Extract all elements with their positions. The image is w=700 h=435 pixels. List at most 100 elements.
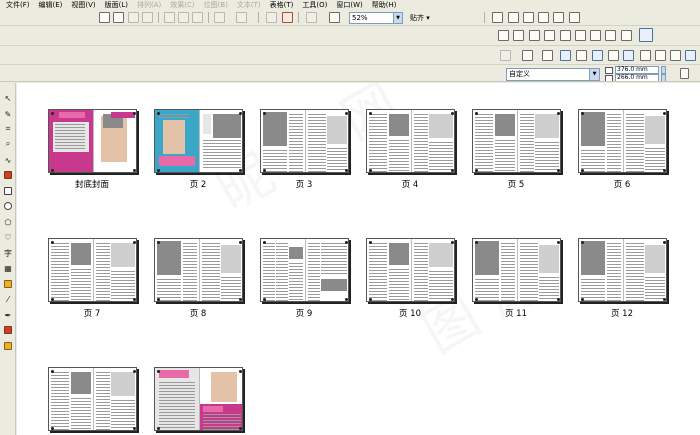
page-thumbnail[interactable] xyxy=(154,367,243,431)
page-thumbnail[interactable] xyxy=(578,109,667,173)
stack-icon[interactable] xyxy=(576,50,587,61)
text-format-icon[interactable] xyxy=(522,50,533,61)
import-icon[interactable] xyxy=(266,12,277,23)
weld-icon[interactable] xyxy=(498,30,509,41)
welcome-screen-icon[interactable] xyxy=(329,12,340,23)
snap-objects-icon[interactable] xyxy=(569,12,580,23)
edit-text-icon[interactable] xyxy=(542,50,553,61)
page-thumbnail[interactable] xyxy=(154,238,243,302)
eyedropper-tool-icon[interactable]: ⁄ xyxy=(3,294,13,304)
text-align-icon[interactable] xyxy=(500,50,511,61)
gear-icon[interactable] xyxy=(590,30,601,41)
chevron-down-icon[interactable]: ▼ xyxy=(589,69,599,80)
distribute-icon[interactable] xyxy=(553,12,564,23)
frame-icon[interactable] xyxy=(608,50,619,61)
fill-tool-icon[interactable] xyxy=(3,325,13,335)
ungroup-icon[interactable] xyxy=(655,50,666,61)
paper-width-field[interactable]: 376.0 mm xyxy=(615,66,659,74)
interactive-fill-tool-icon[interactable] xyxy=(3,341,13,351)
menu-effects[interactable]: 效果(C) xyxy=(170,0,194,10)
grid-icon[interactable] xyxy=(523,12,534,23)
page-thumbnail[interactable] xyxy=(472,238,561,302)
redo-icon[interactable] xyxy=(236,12,247,23)
menu-tools[interactable]: 工具(O) xyxy=(302,0,327,10)
menu-view[interactable]: 视图(V) xyxy=(71,0,95,10)
menu-edit[interactable]: 编辑(E) xyxy=(39,0,63,10)
page-thumbnail[interactable] xyxy=(48,109,137,173)
page-thumbnail[interactable] xyxy=(366,238,455,302)
guidelines-icon[interactable] xyxy=(538,12,549,23)
new-document-icon[interactable] xyxy=(99,12,110,23)
corner-marker xyxy=(345,112,348,115)
break-apart-icon[interactable] xyxy=(685,50,696,61)
application-launcher-icon[interactable] xyxy=(306,12,317,23)
blend-icon[interactable] xyxy=(623,50,634,61)
export-icon[interactable] xyxy=(282,12,293,23)
thumbnail-image-block xyxy=(429,114,453,138)
print-icon[interactable] xyxy=(142,12,153,23)
menu-help[interactable]: 帮助(H) xyxy=(372,0,397,10)
smart-fill-tool-icon[interactable] xyxy=(3,170,13,180)
menu-window[interactable]: 窗口(W) xyxy=(336,0,362,10)
dock-panel-icon[interactable] xyxy=(639,28,653,42)
save-icon[interactable] xyxy=(128,12,139,23)
page-thumbnail[interactable] xyxy=(260,238,349,302)
chevron-down-icon[interactable]: ▼ xyxy=(393,13,402,23)
cut-icon[interactable] xyxy=(164,12,175,23)
combine-icon[interactable] xyxy=(670,50,681,61)
menu-arrange[interactable]: 排列(A) xyxy=(137,0,161,10)
zoom-tool-icon[interactable]: ⌕ xyxy=(3,139,13,149)
thumbnail-text-block xyxy=(475,114,493,172)
rectangle-tool-icon[interactable] xyxy=(3,186,13,196)
interactive-tool-icon[interactable] xyxy=(3,279,13,289)
paper-height-field[interactable]: 266.0 mm xyxy=(615,74,659,81)
menu-table[interactable]: 表格(T) xyxy=(270,0,294,10)
table-tool-icon[interactable]: ▦ xyxy=(3,263,13,273)
page-thumbnail[interactable] xyxy=(578,238,667,302)
pick-tool-icon[interactable]: ↖ xyxy=(3,93,13,103)
corner-marker xyxy=(581,298,584,301)
snap-to-dropdown[interactable]: 贴齐 ▾ xyxy=(410,13,430,23)
home-shape-icon[interactable] xyxy=(560,30,571,41)
shape-tool-icon[interactable]: ✎ xyxy=(3,109,13,119)
basic-shapes-tool-icon[interactable]: ♡ xyxy=(3,232,13,242)
thumbnail-text-block xyxy=(321,243,347,275)
height-spinner[interactable] xyxy=(661,74,666,81)
trim-icon[interactable] xyxy=(513,30,524,41)
menu-file[interactable]: 文件(F) xyxy=(6,0,30,10)
paste-icon[interactable] xyxy=(192,12,203,23)
width-spinner[interactable] xyxy=(661,66,666,74)
menu-bitmaps[interactable]: 位图(B) xyxy=(204,0,228,10)
menu-text[interactable]: 文本(T) xyxy=(237,0,261,10)
paper-preset-dropdown[interactable]: 自定义 ▼ xyxy=(506,68,600,81)
simplify-icon[interactable] xyxy=(544,30,555,41)
page-thumbnail[interactable] xyxy=(366,109,455,173)
align-left-icon[interactable] xyxy=(492,12,503,23)
align-center-icon[interactable] xyxy=(508,12,519,23)
page-thumbnail[interactable] xyxy=(48,367,137,431)
page-thumbnail[interactable] xyxy=(472,109,561,173)
wave-icon[interactable] xyxy=(575,30,586,41)
page-thumbnail[interactable] xyxy=(260,109,349,173)
outline-tool-icon[interactable]: ✒ xyxy=(3,310,13,320)
copy-icon[interactable] xyxy=(178,12,189,23)
star-icon[interactable] xyxy=(605,30,616,41)
intersect-icon[interactable] xyxy=(529,30,540,41)
color-swatch-icon[interactable] xyxy=(560,50,571,61)
freehand-tool-icon[interactable]: ∿ xyxy=(3,155,13,165)
image-icon[interactable] xyxy=(592,50,603,61)
ellipse-tool-icon[interactable] xyxy=(3,201,13,211)
group-icon[interactable] xyxy=(640,50,651,61)
open-folder-icon[interactable] xyxy=(113,12,124,23)
crop-tool-icon[interactable]: ⌗ xyxy=(3,124,13,134)
portrait-icon[interactable] xyxy=(680,68,689,79)
zoom-level-combobox[interactable]: 52% ▼ xyxy=(349,12,403,24)
settings-icon[interactable] xyxy=(621,30,632,41)
property-bar: 自定义 ▼ 376.0 mm 266.0 mm xyxy=(0,65,700,82)
polygon-tool-icon[interactable]: ⬠ xyxy=(3,217,13,227)
page-thumbnail[interactable] xyxy=(154,109,243,173)
menu-layout[interactable]: 版面(L) xyxy=(105,0,128,10)
text-tool-icon[interactable]: 字 xyxy=(3,248,13,258)
undo-icon[interactable] xyxy=(214,12,225,23)
page-thumbnail[interactable] xyxy=(48,238,137,302)
